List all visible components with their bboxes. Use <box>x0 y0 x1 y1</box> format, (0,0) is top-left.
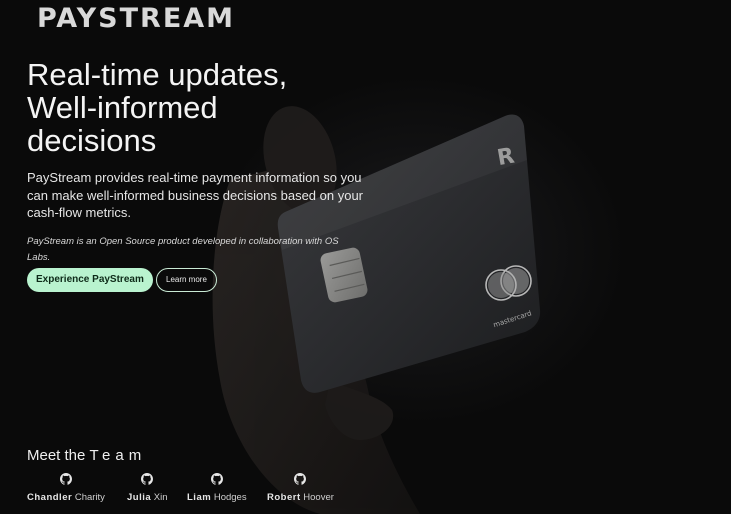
member-name: Julia Xin <box>127 492 168 503</box>
team-member-chandler[interactable]: Chandler Charity <box>27 473 105 505</box>
learn-more-button[interactable]: Learn more <box>156 268 217 292</box>
github-icon <box>141 473 154 485</box>
brand-logo[interactable]: PAYSTREAM <box>37 3 235 34</box>
hero-headline: Real-time updates, Well-informed decisio… <box>27 58 347 157</box>
open-source-note: PayStream is an Open Source product deve… <box>27 236 339 263</box>
team-member-julia[interactable]: Julia Xin <box>127 473 168 505</box>
team-title-spaced: Team <box>89 447 147 464</box>
team-member-robert[interactable]: Robert Hoover <box>267 473 334 505</box>
github-icon <box>210 473 223 485</box>
experience-paystream-button[interactable]: Experience PayStream <box>27 268 153 292</box>
member-name: Robert Hoover <box>267 492 334 503</box>
team-section-title: Meet the Team <box>27 447 146 464</box>
headline-line-2: Well-informed <box>27 90 218 125</box>
headline-line-1: Real-time updates, <box>27 57 288 92</box>
github-icon <box>59 473 72 485</box>
headline-line-3: decisions <box>27 123 157 158</box>
member-name: Liam Hodges <box>187 492 247 503</box>
team-title-start: Meet the <box>27 447 90 464</box>
member-name: Chandler Charity <box>27 492 105 503</box>
team-member-liam[interactable]: Liam Hodges <box>187 473 247 505</box>
landing-page: R mastercard PAYSTREAM Real-time updates… <box>0 0 731 514</box>
hero-description: PayStream provides real-time payment inf… <box>27 170 364 220</box>
github-icon <box>294 473 307 485</box>
